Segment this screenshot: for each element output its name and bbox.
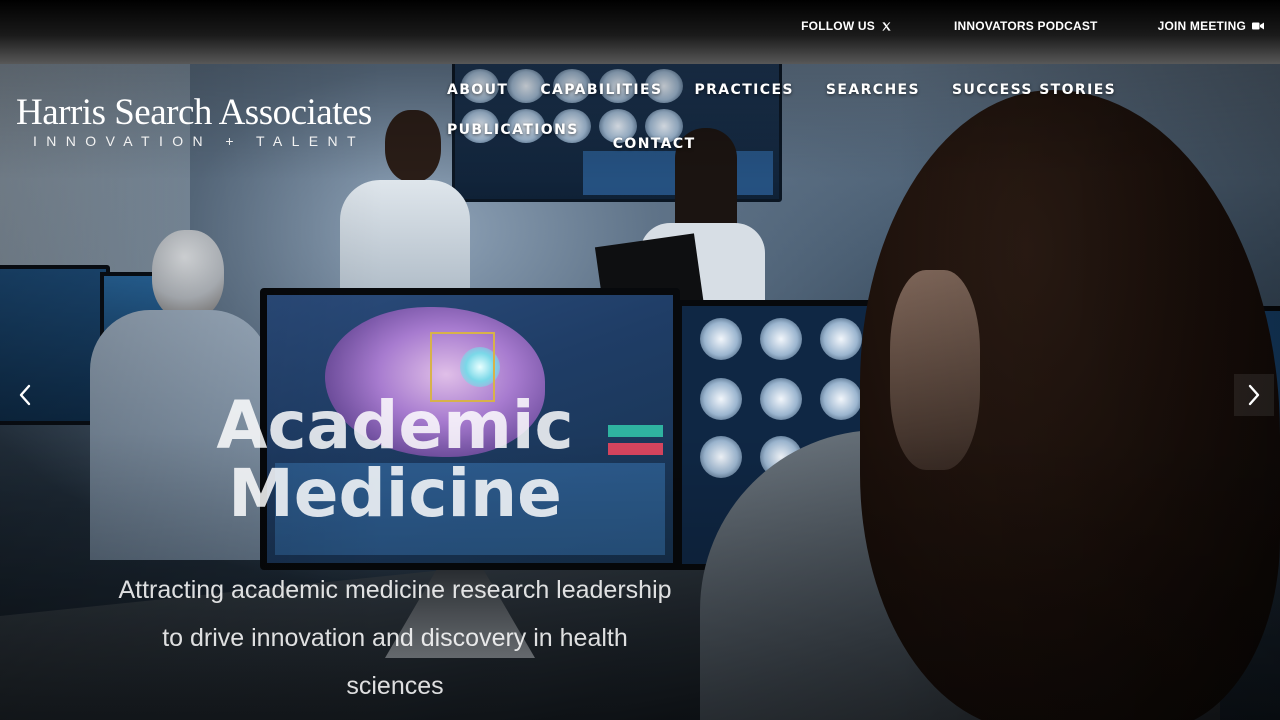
hero-title: Academic Medicine [125, 392, 665, 528]
nav-practices[interactable]: PRACTICES [678, 70, 809, 110]
nav-about[interactable]: ABOUT [431, 70, 524, 110]
nav-publications[interactable]: PUBLICATIONS [431, 110, 595, 164]
slider-prev-button[interactable] [5, 374, 45, 416]
nav-searches[interactable]: SEARCHES [810, 70, 936, 110]
logo-tagline: INNOVATION + TALENT [33, 133, 365, 149]
nav-success-stories[interactable]: SUCCESS STORIES [936, 70, 1132, 110]
chevron-right-icon [1248, 384, 1260, 406]
logo-title: Harris Search Associates [16, 92, 372, 133]
nav-contact[interactable]: CONTACT [595, 110, 712, 164]
join-meeting-label: JOIN MEETING [1157, 19, 1246, 33]
top-links: FOLLOW US INNOVATORS PODCAST JOIN MEETIN… [801, 18, 1264, 34]
nav-capabilities[interactable]: CAPABILITIES [524, 70, 678, 110]
follow-us-link[interactable]: FOLLOW US [801, 18, 892, 34]
join-meeting-link[interactable]: JOIN MEETING [1158, 18, 1264, 34]
main-nav: ABOUT CAPABILITIES PRACTICES SEARCHES SU… [431, 70, 1231, 164]
hero-subtitle: Attracting academic medicine research le… [118, 576, 672, 700]
video-camera-icon [1252, 22, 1264, 30]
x-logo-icon [882, 21, 891, 31]
site-logo[interactable]: Harris Search Associates INNOVATION + TA… [16, 94, 420, 150]
innovators-podcast-link[interactable]: INNOVATORS PODCAST [954, 18, 1098, 34]
follow-us-label: FOLLOW US [801, 19, 875, 33]
hero-title-line1: Academic [216, 387, 574, 464]
hero-title-line2: Medicine [228, 455, 562, 532]
podcast-label: INNOVATORS PODCAST [953, 19, 1098, 33]
chevron-left-icon [19, 384, 31, 406]
slider-next-button[interactable] [1234, 374, 1274, 416]
top-bar: FOLLOW US INNOVATORS PODCAST JOIN MEETIN… [0, 0, 1280, 64]
